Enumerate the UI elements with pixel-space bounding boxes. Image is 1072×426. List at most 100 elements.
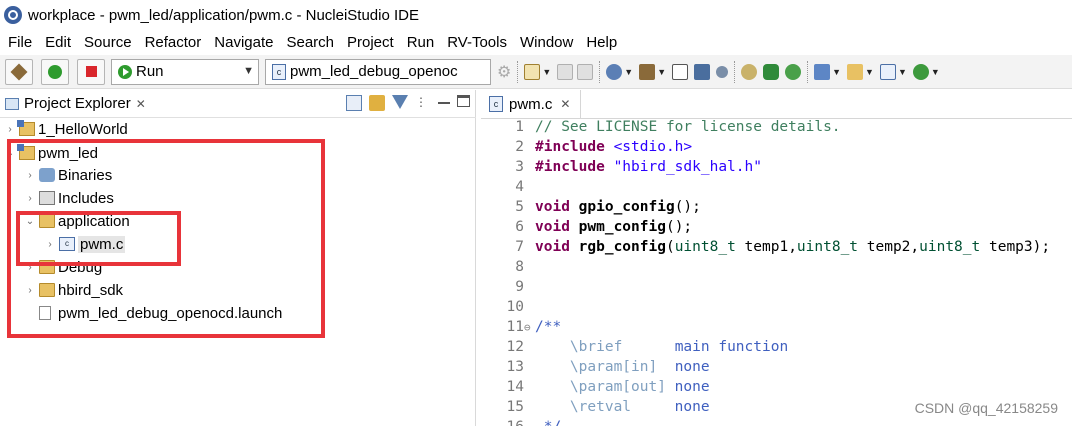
view-menu-icon[interactable]: ⋮ (415, 95, 431, 111)
tree-item-1-helloworld[interactable]: › 1_HelloWorld (4, 118, 128, 140)
code-token: uint8_t (919, 239, 981, 255)
chevron-down-icon[interactable]: ▼ (624, 67, 633, 77)
nuclei-studio-logo-icon (4, 6, 22, 24)
line-number: 14 (506, 379, 524, 395)
code-line[interactable]: 12 \brief main function (481, 339, 1072, 359)
fold-toggle-icon[interactable]: ⊖ (524, 321, 531, 334)
highlight-box-inner (16, 211, 181, 266)
code-line[interactable]: 1 // See LICENSE for license details. (481, 119, 1072, 139)
collapse-all-icon[interactable] (346, 95, 362, 111)
database-icon[interactable] (763, 63, 780, 80)
line-number: 9 (515, 279, 524, 295)
filter-icon[interactable] (392, 95, 408, 109)
build-tools-icon[interactable] (639, 63, 656, 80)
code-line[interactable]: 4 (481, 179, 1072, 199)
code-editor: c pwm.c ✕ 1 // See LICENSE for license de… (481, 90, 1072, 426)
hammer-icon (10, 63, 28, 80)
line-number: 6 (515, 219, 524, 235)
project-explorer-header: Project Explorer ✕ ⋮ (0, 90, 476, 118)
terminal-icon[interactable] (694, 63, 711, 80)
maximize-icon[interactable] (457, 95, 470, 107)
menu-refactor[interactable]: Refactor (145, 34, 202, 51)
explorer-view-tools: ⋮ (339, 95, 470, 111)
chevron-down-icon[interactable]: ▼ (931, 67, 940, 77)
chevron-down-icon[interactable]: ▼ (542, 67, 551, 77)
line-number: 13 (506, 359, 524, 375)
menu-source[interactable]: Source (84, 34, 132, 51)
new-source-icon[interactable] (879, 63, 896, 80)
code-token: temp1, (735, 239, 797, 255)
menu-project[interactable]: Project (347, 34, 394, 51)
refresh-icon[interactable] (741, 63, 758, 80)
menu-edit[interactable]: Edit (45, 34, 71, 51)
menu-file[interactable]: File (8, 34, 32, 51)
window-title: workplace - pwm_led/application/pwm.c - … (28, 6, 419, 24)
launch-button[interactable] (41, 58, 69, 85)
menu-help[interactable]: Help (586, 34, 617, 51)
code-line[interactable]: 10 (481, 299, 1072, 319)
code-line[interactable]: 13 \param[in] none (481, 359, 1072, 379)
menu-window[interactable]: Window (520, 34, 573, 51)
code-text: \retval none (535, 399, 710, 415)
code-line[interactable]: 8 (481, 259, 1072, 279)
launch-mode-select[interactable]: Run ▼ (111, 58, 259, 85)
menu-run[interactable]: Run (407, 34, 435, 51)
code-token: none (657, 359, 710, 375)
chevron-right-icon[interactable]: › (4, 124, 16, 135)
debug-icon[interactable] (606, 63, 623, 80)
chevron-down-icon[interactable]: ▼ (898, 67, 907, 77)
chevron-down-icon[interactable]: ▼ (832, 67, 841, 77)
code-token: \brief (569, 339, 623, 355)
chevron-down-icon[interactable]: ▼ (865, 67, 874, 77)
editor-tab-pwm-c[interactable]: c pwm.c ✕ (481, 90, 581, 118)
code-token: void (535, 219, 570, 235)
project-explorer-title[interactable]: Project Explorer (24, 95, 131, 112)
code-token: main function (622, 339, 789, 355)
code-token: \retval (569, 399, 632, 415)
menu-navigate[interactable]: Navigate (214, 34, 273, 51)
line-number: 12 (506, 339, 524, 355)
toolbar-separator (734, 60, 736, 83)
gear-icon[interactable]: ⚙ (497, 62, 511, 82)
close-icon[interactable]: ✕ (136, 97, 146, 111)
build-button[interactable] (5, 58, 33, 85)
code-token: ( (665, 239, 675, 255)
chevron-down-icon[interactable]: ▼ (657, 67, 666, 77)
code-line[interactable]: 16 */ (481, 419, 1072, 426)
minimize-icon[interactable] (438, 95, 450, 104)
code-line[interactable]: 5 void gpio_config(); (481, 199, 1072, 219)
menu-search[interactable]: Search (286, 34, 334, 51)
code-token: void (535, 199, 570, 215)
stop-button[interactable] (77, 58, 105, 85)
code-line[interactable]: 11 ⊖ /** (481, 319, 1072, 339)
launch-config-select[interactable]: c pwm_led_debug_openoc (265, 58, 491, 85)
perspective-icon[interactable] (785, 63, 802, 80)
code-line[interactable]: 9 (481, 279, 1072, 299)
new-project-icon[interactable] (814, 63, 831, 80)
launch-config-icon: c (272, 63, 286, 80)
binary-icon[interactable] (672, 63, 689, 80)
link-editor-icon[interactable] (369, 95, 385, 111)
title-bar: workplace - pwm_led/application/pwm.c - … (0, 0, 1072, 30)
code-token: none (631, 399, 710, 415)
code-text: void rgb_config(uint8_t temp1,uint8_t te… (535, 239, 1050, 255)
code-text: #include <stdio.h> (535, 139, 692, 155)
probe-icon[interactable] (716, 65, 729, 78)
code-line[interactable]: 2 #include <stdio.h> (481, 139, 1072, 159)
new-icon[interactable] (524, 63, 541, 80)
code-line[interactable]: 3 #include "hbird_sdk_hal.h" (481, 159, 1072, 179)
close-icon[interactable]: ✕ (560, 97, 570, 111)
launch-mode-value: Run (136, 63, 164, 80)
save-icon[interactable] (557, 63, 574, 80)
code-line[interactable]: 6 void pwm_config(); (481, 219, 1072, 239)
code-line[interactable]: 14 \param[out] none (481, 379, 1072, 399)
code-token: none (665, 379, 710, 395)
new-class-icon[interactable] (912, 63, 929, 80)
editor-tab-label: pwm.c (509, 95, 553, 113)
code-line[interactable]: 7 void rgb_config(uint8_t temp1,uint8_t t… (481, 239, 1072, 259)
menu-rv-tools[interactable]: RV-Tools (447, 34, 507, 51)
new-folder-icon[interactable] (847, 63, 864, 80)
save-all-icon[interactable] (577, 63, 594, 80)
